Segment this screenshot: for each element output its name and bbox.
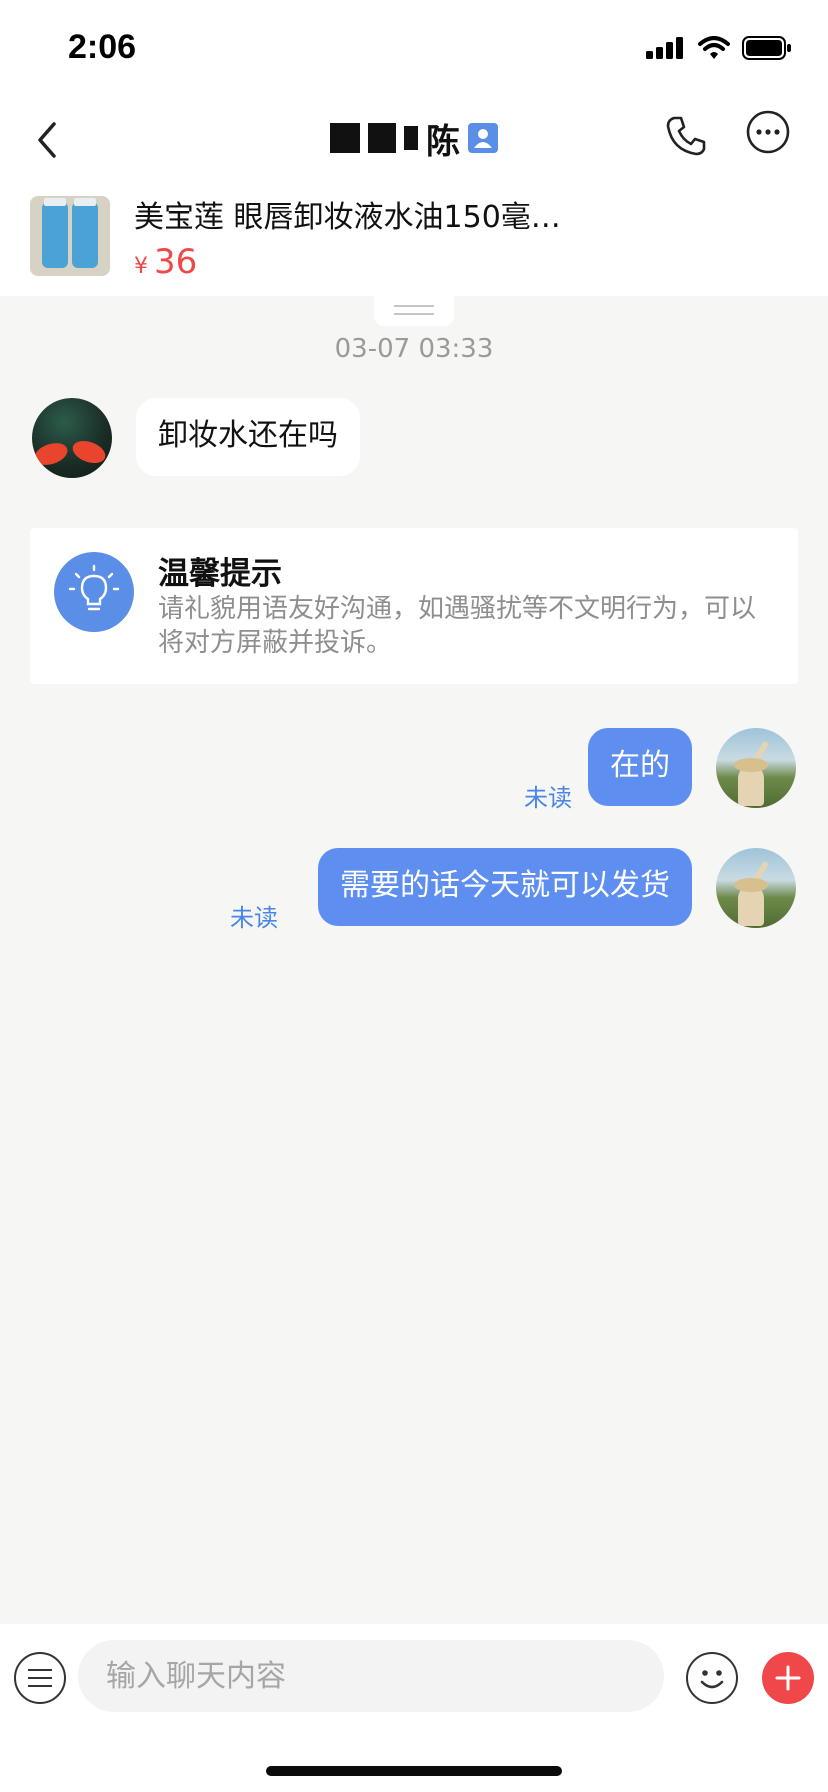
redacted-name-block [404, 126, 418, 150]
contact-avatar[interactable] [32, 398, 112, 478]
message-timestamp: 03-07 03:33 [334, 334, 494, 364]
lightbulb-icon [54, 552, 134, 632]
drag-handle-line [394, 313, 434, 315]
product-price: ¥ 36 [134, 242, 197, 282]
phone-icon [666, 116, 706, 156]
incoming-message[interactable]: 卸妆水还在吗 [136, 398, 360, 476]
price-value: 36 [154, 242, 198, 282]
product-thumbnail [30, 196, 110, 276]
bottle-image [72, 202, 98, 268]
menu-icon [28, 1685, 52, 1687]
read-status: 未读 [230, 904, 278, 932]
product-card[interactable]: 美宝莲 眼唇卸妆液水油150毫… ¥ 36 [0, 188, 828, 296]
tip-title: 温馨提示 [158, 556, 282, 592]
my-avatar[interactable] [716, 728, 796, 808]
bottle-image [42, 202, 68, 268]
fish-shape [69, 436, 109, 468]
emoji-button[interactable] [686, 1652, 738, 1704]
redacted-name-block [368, 123, 396, 153]
drag-handle-line [394, 305, 434, 307]
call-button[interactable] [662, 112, 710, 160]
verified-user-icon [468, 123, 498, 153]
avatar-hat [734, 878, 768, 892]
outgoing-message[interactable]: 在的 [588, 728, 692, 806]
outgoing-message[interactable]: 需要的话今天就可以发货 [318, 848, 692, 926]
more-button[interactable] [744, 108, 792, 156]
signal-icon [646, 37, 683, 59]
status-bar: 2:06 [0, 0, 828, 96]
battery-icon [742, 36, 791, 60]
plus-icon [775, 1665, 801, 1691]
avatar-figure [738, 886, 764, 926]
tip-card: 温馨提示 请礼貌用语友好沟通，如遇骚扰等不文明行为，可以将对方屏蔽并投诉。 [30, 528, 798, 684]
wifi-icon [698, 36, 730, 59]
price-currency: ¥ [134, 254, 148, 279]
emoji-icon [700, 1670, 724, 1689]
chat-title-text: 陈 [426, 121, 460, 162]
product-name: 美宝莲 眼唇卸妆液水油150毫… [134, 200, 561, 235]
menu-button[interactable] [14, 1652, 66, 1704]
tip-text: 请礼貌用语友好沟通，如遇骚扰等不文明行为，可以将对方屏蔽并投诉。 [158, 594, 757, 658]
bottle-cap-image [74, 198, 96, 206]
drag-handle[interactable] [374, 296, 454, 326]
fish-shape [32, 439, 71, 469]
nav-bar: 陈 [0, 96, 828, 188]
avatar-figure [738, 766, 764, 806]
my-avatar[interactable] [716, 848, 796, 928]
status-time: 2:06 [68, 28, 137, 66]
read-status: 未读 [524, 784, 572, 812]
home-indicator [266, 1766, 562, 1776]
plus-button[interactable] [762, 1652, 814, 1704]
bottle-cap-image [44, 198, 66, 206]
redacted-name-block [330, 123, 360, 153]
input-bar [0, 1624, 828, 1792]
avatar-hat [734, 758, 768, 772]
menu-icon [28, 1677, 52, 1679]
chat-input[interactable] [78, 1640, 664, 1712]
menu-icon [28, 1669, 52, 1671]
status-icons [646, 36, 792, 60]
more-icon [746, 110, 790, 154]
